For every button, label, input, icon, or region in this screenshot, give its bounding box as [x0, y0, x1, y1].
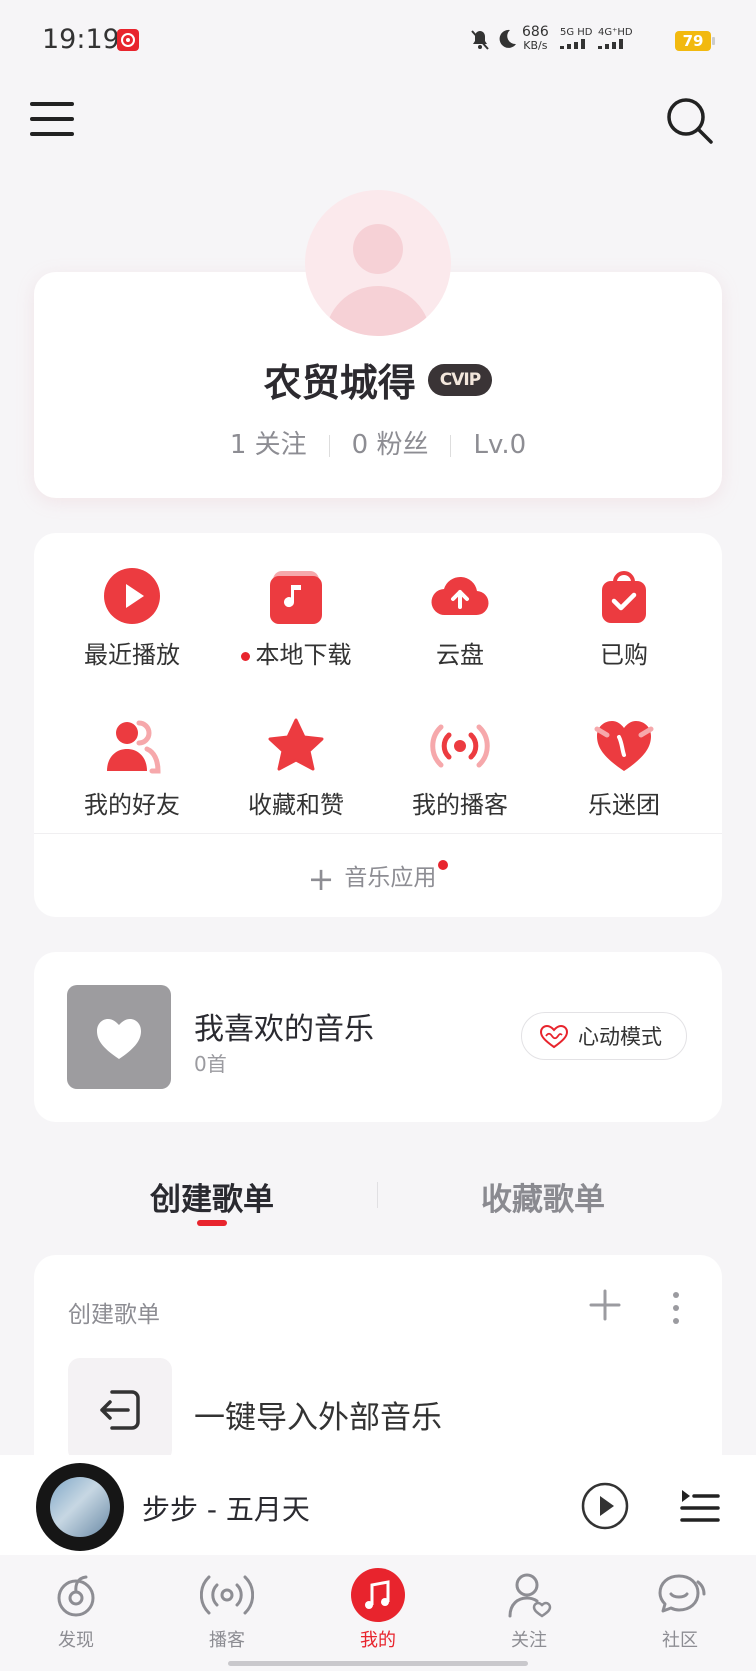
profile-stats: 1 关注 0 粉丝 Lv.0	[0, 424, 756, 461]
podcast-broadcast-icon	[429, 715, 491, 777]
tab-separator	[377, 1182, 378, 1208]
album-disc[interactable]	[36, 1463, 124, 1551]
grid-item-local-download[interactable]: 本地下载	[214, 565, 378, 670]
heart-icon	[97, 1019, 141, 1059]
home-indicator[interactable]	[228, 1661, 528, 1666]
avatar[interactable]	[305, 190, 451, 336]
grid-item-label: 已购	[600, 641, 648, 669]
profile-name-row: 农贸城得 CVIP	[0, 352, 756, 407]
tab-collected-playlists[interactable]: 收藏歌单	[481, 1174, 605, 1219]
nav-mine[interactable]: 我的	[323, 1568, 433, 1652]
nav-label: 我的	[360, 1630, 396, 1651]
created-playlist-header: 创建歌单	[68, 1302, 160, 1328]
signal-5g: 5G HD	[560, 27, 593, 53]
heart-mode-label: 心动模式	[578, 1025, 662, 1049]
mute-bell-icon	[468, 28, 492, 56]
nav-podcast[interactable]: 播客	[172, 1568, 282, 1652]
grid-item-label: 收藏和赞	[248, 791, 344, 819]
album-art	[50, 1477, 110, 1537]
level[interactable]: Lv.0	[473, 430, 526, 460]
grid-item-label-row: 本地下载	[214, 635, 378, 670]
more-options-icon[interactable]	[668, 1288, 684, 1328]
moon-icon	[496, 28, 518, 54]
new-dot	[240, 651, 250, 661]
grid-item-label: 本地下载	[255, 641, 352, 669]
playlist-queue-icon[interactable]	[678, 1486, 720, 1526]
net-speed: 686 KB/s	[522, 25, 549, 53]
star-icon	[265, 715, 327, 777]
active-tab-indicator	[197, 1220, 227, 1226]
net-speed-unit: KB/s	[523, 39, 548, 52]
tab-created-playlists[interactable]: 创建歌单	[150, 1174, 274, 1219]
vip-badge[interactable]: CVIP	[427, 363, 493, 396]
grid-item-label: 云盘	[436, 641, 484, 669]
status-bar: 19:19 686 KB/s 5G HD 4G⁺HD 79	[0, 0, 756, 80]
shopping-bag-check-icon	[593, 565, 655, 627]
profile-name[interactable]: 农贸城得	[264, 361, 416, 405]
grid-item-label: 乐迷团	[588, 791, 660, 819]
netease-app-badge-icon	[117, 29, 139, 51]
following-count[interactable]: 1 关注	[230, 430, 307, 460]
community-chat-icon	[653, 1568, 707, 1622]
plus-icon: +	[307, 859, 335, 898]
grid-item-my-podcast[interactable]: 我的播客	[378, 715, 542, 820]
liked-music-cover[interactable]	[67, 985, 171, 1089]
music-note-icon	[265, 565, 327, 627]
hamburger-menu-icon[interactable]	[30, 102, 74, 138]
grid-item-friends[interactable]: 我的好友	[50, 715, 214, 820]
music-notes-icon	[351, 1568, 405, 1622]
nav-label: 发现	[58, 1630, 94, 1651]
music-app-button[interactable]: + 音乐应用	[0, 858, 756, 898]
signal-4g: 4G⁺HD	[598, 27, 633, 53]
heart-fan-icon	[593, 715, 655, 777]
import-music-label[interactable]: 一键导入外部音乐	[194, 1392, 442, 1437]
grid-item-cloud-disk[interactable]: 云盘	[378, 565, 542, 670]
nav-label: 播客	[209, 1630, 245, 1651]
play-circle-icon	[101, 565, 163, 627]
net-speed-value: 686	[522, 24, 549, 40]
nav-discover[interactable]: 发现	[21, 1568, 131, 1652]
liked-music-count: 0首	[194, 1052, 227, 1076]
liked-music-title[interactable]: 我喜欢的音乐	[194, 1004, 374, 1048]
play-button-icon[interactable]	[580, 1481, 630, 1531]
podcast-icon	[199, 1568, 255, 1622]
followers-count[interactable]: 0 粉丝	[352, 430, 429, 460]
grid-item-fan-club[interactable]: 乐迷团	[542, 715, 706, 820]
search-icon[interactable]	[665, 96, 715, 146]
cloud-upload-icon	[429, 565, 491, 627]
import-icon	[100, 1390, 140, 1430]
status-time: 19:19	[42, 24, 120, 55]
follow-user-icon	[502, 1568, 556, 1622]
new-dot	[438, 860, 449, 870]
add-playlist-icon[interactable]	[585, 1285, 625, 1325]
import-music-cover[interactable]	[68, 1358, 172, 1462]
nav-label: 关注	[511, 1630, 547, 1651]
nav-follow[interactable]: 关注	[474, 1568, 584, 1652]
grid-item-label: 我的播客	[412, 791, 508, 819]
grid-item-purchased[interactable]: 已购	[542, 565, 706, 670]
signal-4g-label: 4G⁺HD	[598, 27, 633, 38]
now-playing-title[interactable]: 步步 - 五月天	[142, 1488, 310, 1528]
grid-item-recent-play[interactable]: 最近播放	[50, 565, 214, 670]
heart-wave-icon	[540, 1025, 568, 1049]
music-app-label: 音乐应用	[344, 865, 437, 891]
grid-divider	[34, 833, 722, 834]
heart-mode-button[interactable]: 心动模式	[521, 1012, 687, 1060]
nav-label: 社区	[662, 1630, 698, 1651]
battery-icon: 79	[675, 31, 715, 51]
grid-item-collections[interactable]: 收藏和赞	[214, 715, 378, 820]
discover-icon	[49, 1568, 103, 1622]
nav-community[interactable]: 社区	[625, 1568, 735, 1652]
friends-icon	[101, 715, 163, 777]
grid-item-label: 最近播放	[84, 641, 180, 669]
signal-5g-label: 5G HD	[560, 27, 593, 38]
grid-item-label: 我的好友	[84, 791, 180, 819]
